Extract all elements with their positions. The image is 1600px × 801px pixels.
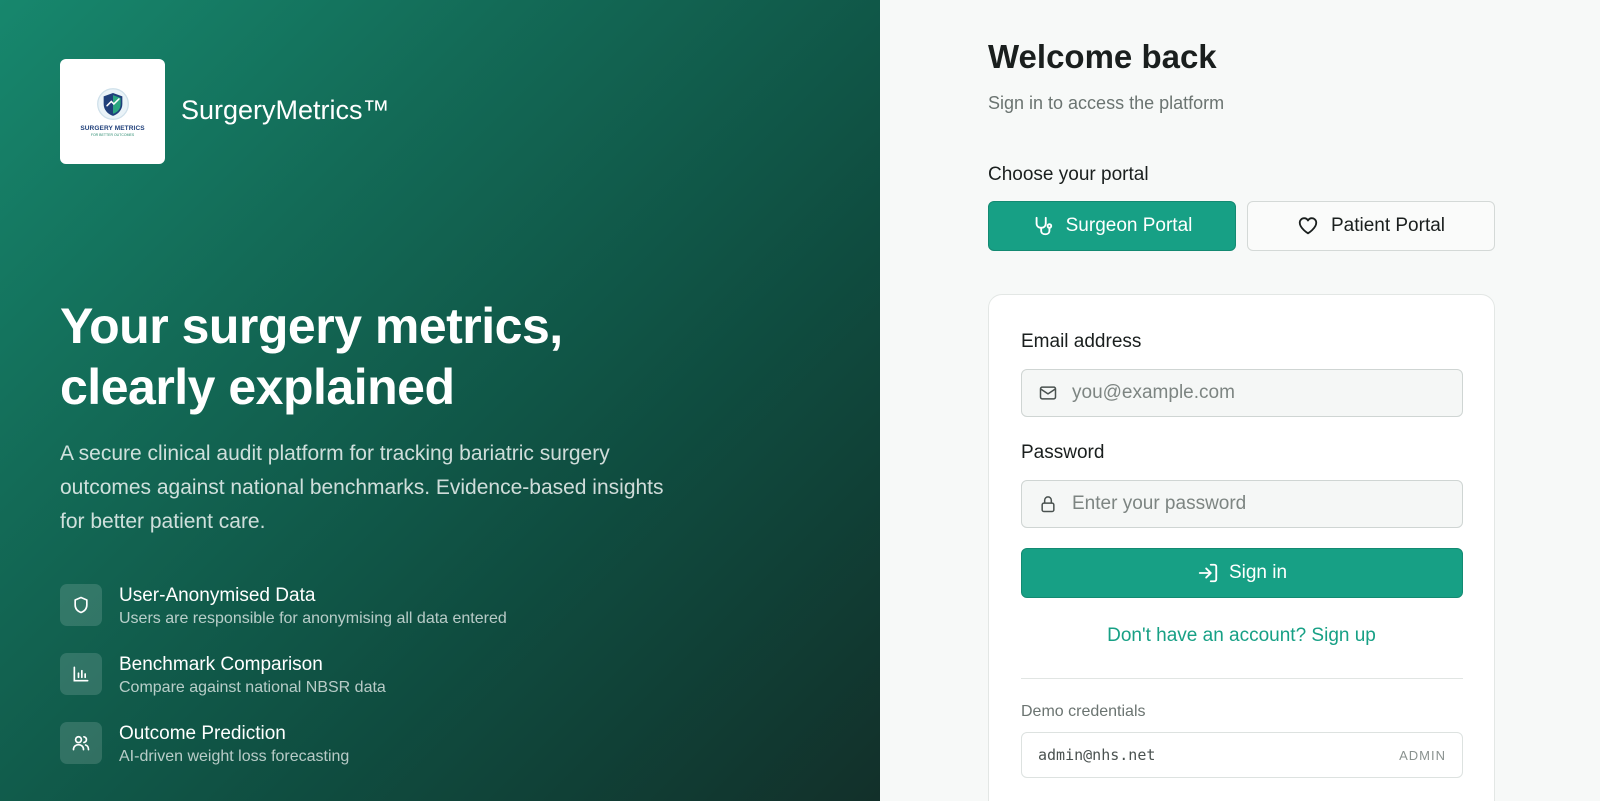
stethoscope-icon — [1035, 216, 1052, 236]
email-label: Email address — [1021, 331, 1142, 352]
feature-title: Outcome Prediction — [119, 723, 286, 744]
demo-credentials-label: Demo credentials — [1021, 703, 1146, 720]
sign-up-link[interactable]: Don't have an account? Sign up — [989, 625, 1494, 647]
hero-subtitle: A secure clinical audit platform for tra… — [60, 442, 664, 533]
logo-text: SURGERY METRICS — [80, 124, 145, 132]
hero-headline: Your surgery metrics, clearly explained — [60, 298, 563, 415]
lock-icon — [1041, 496, 1055, 513]
surgeon-portal-button[interactable]: Surgeon Portal — [988, 201, 1236, 251]
demo-credential-item[interactable]: admin@nhs.net ADMIN — [1021, 732, 1463, 778]
feature-item: User-Anonymised Data Users are responsib… — [60, 584, 507, 653]
demo-role-badge: ADMIN — [1399, 747, 1446, 763]
login-panel: Welcome back Sign in to access the platf… — [880, 0, 1600, 801]
portal-label: Choose your portal — [988, 164, 1149, 185]
feature-description: Compare against national NBSR data — [119, 679, 386, 696]
bar-chart-icon — [60, 653, 102, 695]
login-card: Email address Password Sign in Don — [988, 294, 1495, 801]
brand-name: SurgeryMetrics™ — [181, 95, 390, 125]
patient-portal-label: Patient Portal — [1330, 215, 1446, 236]
sign-in-label: Sign in — [1228, 562, 1288, 583]
feature-item: Outcome Prediction AI-driven weight loss… — [60, 722, 507, 791]
feature-title: User-Anonymised Data — [119, 585, 316, 606]
page-subtitle: Sign in to access the platform — [988, 93, 1225, 113]
feature-description: Users are responsible for anonymising al… — [119, 610, 507, 627]
logo-subtext: FOR BETTER OUTCOMES — [90, 132, 135, 137]
password-field[interactable] — [1072, 493, 1452, 515]
mail-icon — [1039, 386, 1057, 400]
log-in-icon — [1198, 563, 1218, 583]
sign-in-button[interactable]: Sign in — [1021, 548, 1463, 598]
surgeon-portal-label: Surgeon Portal — [1065, 215, 1193, 236]
shield-icon — [60, 584, 102, 626]
password-label: Password — [1021, 442, 1105, 463]
feature-list: User-Anonymised Data Users are responsib… — [60, 584, 507, 791]
shield-logo-icon — [96, 87, 129, 120]
patient-portal-button[interactable]: Patient Portal — [1247, 201, 1495, 251]
hero-panel: SURGERY METRICS FOR BETTER OUTCOMES Surg… — [0, 0, 880, 801]
feature-description: AI-driven weight loss forecasting — [119, 748, 350, 765]
page-title: Welcome back — [988, 38, 1217, 75]
heart-icon — [1298, 217, 1318, 235]
feature-title: Benchmark Comparison — [119, 654, 323, 675]
demo-email: admin@nhs.net — [1038, 746, 1156, 764]
email-field[interactable] — [1072, 382, 1452, 404]
password-field-wrapper[interactable] — [1021, 480, 1463, 528]
users-icon — [60, 722, 102, 764]
divider — [1021, 678, 1463, 679]
feature-item: Benchmark Comparison Compare against nat… — [60, 653, 507, 722]
logo: SURGERY METRICS FOR BETTER OUTCOMES — [60, 59, 165, 164]
email-field-wrapper[interactable] — [1021, 369, 1463, 417]
